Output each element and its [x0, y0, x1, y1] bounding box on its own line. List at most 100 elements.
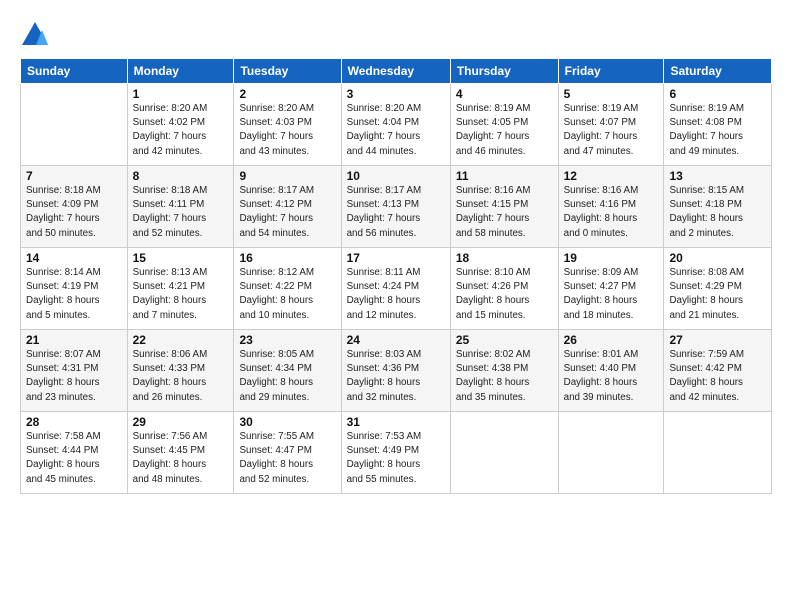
calendar-header-wednesday: Wednesday: [341, 59, 450, 84]
calendar-cell: 26Sunrise: 8:01 AM Sunset: 4:40 PM Dayli…: [558, 330, 664, 412]
day-number: 5: [564, 87, 659, 101]
day-number: 6: [669, 87, 766, 101]
calendar-cell: 22Sunrise: 8:06 AM Sunset: 4:33 PM Dayli…: [127, 330, 234, 412]
day-info: Sunrise: 8:17 AM Sunset: 4:12 PM Dayligh…: [239, 184, 335, 241]
calendar-week-row: 21Sunrise: 8:07 AM Sunset: 4:31 PM Dayli…: [21, 330, 772, 412]
calendar-cell: 21Sunrise: 8:07 AM Sunset: 4:31 PM Dayli…: [21, 330, 128, 412]
day-info: Sunrise: 8:06 AM Sunset: 4:33 PM Dayligh…: [133, 348, 229, 405]
day-number: 19: [564, 251, 659, 265]
day-info: Sunrise: 8:14 AM Sunset: 4:19 PM Dayligh…: [26, 266, 122, 323]
day-info: Sunrise: 8:10 AM Sunset: 4:26 PM Dayligh…: [456, 266, 553, 323]
calendar-cell: 2Sunrise: 8:20 AM Sunset: 4:03 PM Daylig…: [234, 84, 341, 166]
day-info: Sunrise: 7:55 AM Sunset: 4:47 PM Dayligh…: [239, 430, 335, 487]
calendar-week-row: 1Sunrise: 8:20 AM Sunset: 4:02 PM Daylig…: [21, 84, 772, 166]
calendar-cell: [450, 412, 558, 494]
day-number: 15: [133, 251, 229, 265]
day-number: 9: [239, 169, 335, 183]
day-number: 13: [669, 169, 766, 183]
day-number: 23: [239, 333, 335, 347]
day-number: 30: [239, 415, 335, 429]
header: [20, 16, 772, 50]
day-info: Sunrise: 8:17 AM Sunset: 4:13 PM Dayligh…: [347, 184, 445, 241]
calendar-week-row: 14Sunrise: 8:14 AM Sunset: 4:19 PM Dayli…: [21, 248, 772, 330]
day-number: 12: [564, 169, 659, 183]
calendar-cell: 19Sunrise: 8:09 AM Sunset: 4:27 PM Dayli…: [558, 248, 664, 330]
calendar-cell: 10Sunrise: 8:17 AM Sunset: 4:13 PM Dayli…: [341, 166, 450, 248]
calendar-header-row: SundayMondayTuesdayWednesdayThursdayFrid…: [21, 59, 772, 84]
day-number: 20: [669, 251, 766, 265]
calendar-page: SundayMondayTuesdayWednesdayThursdayFrid…: [0, 0, 792, 612]
calendar-cell: 9Sunrise: 8:17 AM Sunset: 4:12 PM Daylig…: [234, 166, 341, 248]
logo: [20, 20, 54, 50]
calendar-header-saturday: Saturday: [664, 59, 772, 84]
calendar-cell: [558, 412, 664, 494]
day-info: Sunrise: 8:19 AM Sunset: 4:07 PM Dayligh…: [564, 102, 659, 159]
day-number: 4: [456, 87, 553, 101]
day-info: Sunrise: 8:16 AM Sunset: 4:16 PM Dayligh…: [564, 184, 659, 241]
day-info: Sunrise: 8:05 AM Sunset: 4:34 PM Dayligh…: [239, 348, 335, 405]
day-info: Sunrise: 8:20 AM Sunset: 4:04 PM Dayligh…: [347, 102, 445, 159]
calendar-table: SundayMondayTuesdayWednesdayThursdayFrid…: [20, 58, 772, 494]
calendar-week-row: 28Sunrise: 7:58 AM Sunset: 4:44 PM Dayli…: [21, 412, 772, 494]
day-info: Sunrise: 8:18 AM Sunset: 4:09 PM Dayligh…: [26, 184, 122, 241]
day-number: 31: [347, 415, 445, 429]
day-number: 21: [26, 333, 122, 347]
day-info: Sunrise: 8:20 AM Sunset: 4:03 PM Dayligh…: [239, 102, 335, 159]
calendar-header-friday: Friday: [558, 59, 664, 84]
day-number: 7: [26, 169, 122, 183]
day-number: 17: [347, 251, 445, 265]
calendar-cell: 14Sunrise: 8:14 AM Sunset: 4:19 PM Dayli…: [21, 248, 128, 330]
day-info: Sunrise: 8:13 AM Sunset: 4:21 PM Dayligh…: [133, 266, 229, 323]
day-info: Sunrise: 7:59 AM Sunset: 4:42 PM Dayligh…: [669, 348, 766, 405]
calendar-cell: 18Sunrise: 8:10 AM Sunset: 4:26 PM Dayli…: [450, 248, 558, 330]
calendar-cell: 31Sunrise: 7:53 AM Sunset: 4:49 PM Dayli…: [341, 412, 450, 494]
calendar-week-row: 7Sunrise: 8:18 AM Sunset: 4:09 PM Daylig…: [21, 166, 772, 248]
day-number: 10: [347, 169, 445, 183]
day-number: 29: [133, 415, 229, 429]
day-number: 24: [347, 333, 445, 347]
calendar-cell: 13Sunrise: 8:15 AM Sunset: 4:18 PM Dayli…: [664, 166, 772, 248]
day-number: 8: [133, 169, 229, 183]
calendar-cell: 27Sunrise: 7:59 AM Sunset: 4:42 PM Dayli…: [664, 330, 772, 412]
calendar-cell: 28Sunrise: 7:58 AM Sunset: 4:44 PM Dayli…: [21, 412, 128, 494]
day-number: 14: [26, 251, 122, 265]
calendar-cell: 20Sunrise: 8:08 AM Sunset: 4:29 PM Dayli…: [664, 248, 772, 330]
logo-icon: [20, 20, 50, 50]
calendar-cell: 23Sunrise: 8:05 AM Sunset: 4:34 PM Dayli…: [234, 330, 341, 412]
day-info: Sunrise: 7:56 AM Sunset: 4:45 PM Dayligh…: [133, 430, 229, 487]
calendar-cell: 8Sunrise: 8:18 AM Sunset: 4:11 PM Daylig…: [127, 166, 234, 248]
day-number: 18: [456, 251, 553, 265]
day-number: 3: [347, 87, 445, 101]
calendar-header-tuesday: Tuesday: [234, 59, 341, 84]
calendar-cell: 16Sunrise: 8:12 AM Sunset: 4:22 PM Dayli…: [234, 248, 341, 330]
calendar-header-monday: Monday: [127, 59, 234, 84]
calendar-header-sunday: Sunday: [21, 59, 128, 84]
calendar-cell: 24Sunrise: 8:03 AM Sunset: 4:36 PM Dayli…: [341, 330, 450, 412]
day-number: 25: [456, 333, 553, 347]
day-number: 22: [133, 333, 229, 347]
calendar-cell: 6Sunrise: 8:19 AM Sunset: 4:08 PM Daylig…: [664, 84, 772, 166]
day-info: Sunrise: 8:19 AM Sunset: 4:05 PM Dayligh…: [456, 102, 553, 159]
day-info: Sunrise: 8:09 AM Sunset: 4:27 PM Dayligh…: [564, 266, 659, 323]
day-info: Sunrise: 8:20 AM Sunset: 4:02 PM Dayligh…: [133, 102, 229, 159]
calendar-cell: 17Sunrise: 8:11 AM Sunset: 4:24 PM Dayli…: [341, 248, 450, 330]
day-info: Sunrise: 7:53 AM Sunset: 4:49 PM Dayligh…: [347, 430, 445, 487]
day-info: Sunrise: 8:18 AM Sunset: 4:11 PM Dayligh…: [133, 184, 229, 241]
calendar-cell: 7Sunrise: 8:18 AM Sunset: 4:09 PM Daylig…: [21, 166, 128, 248]
day-number: 16: [239, 251, 335, 265]
day-info: Sunrise: 8:07 AM Sunset: 4:31 PM Dayligh…: [26, 348, 122, 405]
day-number: 2: [239, 87, 335, 101]
calendar-cell: [664, 412, 772, 494]
calendar-cell: 5Sunrise: 8:19 AM Sunset: 4:07 PM Daylig…: [558, 84, 664, 166]
day-info: Sunrise: 8:01 AM Sunset: 4:40 PM Dayligh…: [564, 348, 659, 405]
day-info: Sunrise: 8:03 AM Sunset: 4:36 PM Dayligh…: [347, 348, 445, 405]
calendar-cell: 30Sunrise: 7:55 AM Sunset: 4:47 PM Dayli…: [234, 412, 341, 494]
day-info: Sunrise: 7:58 AM Sunset: 4:44 PM Dayligh…: [26, 430, 122, 487]
day-info: Sunrise: 8:12 AM Sunset: 4:22 PM Dayligh…: [239, 266, 335, 323]
calendar-cell: [21, 84, 128, 166]
day-number: 11: [456, 169, 553, 183]
day-info: Sunrise: 8:15 AM Sunset: 4:18 PM Dayligh…: [669, 184, 766, 241]
day-info: Sunrise: 8:11 AM Sunset: 4:24 PM Dayligh…: [347, 266, 445, 323]
calendar-cell: 3Sunrise: 8:20 AM Sunset: 4:04 PM Daylig…: [341, 84, 450, 166]
day-number: 1: [133, 87, 229, 101]
